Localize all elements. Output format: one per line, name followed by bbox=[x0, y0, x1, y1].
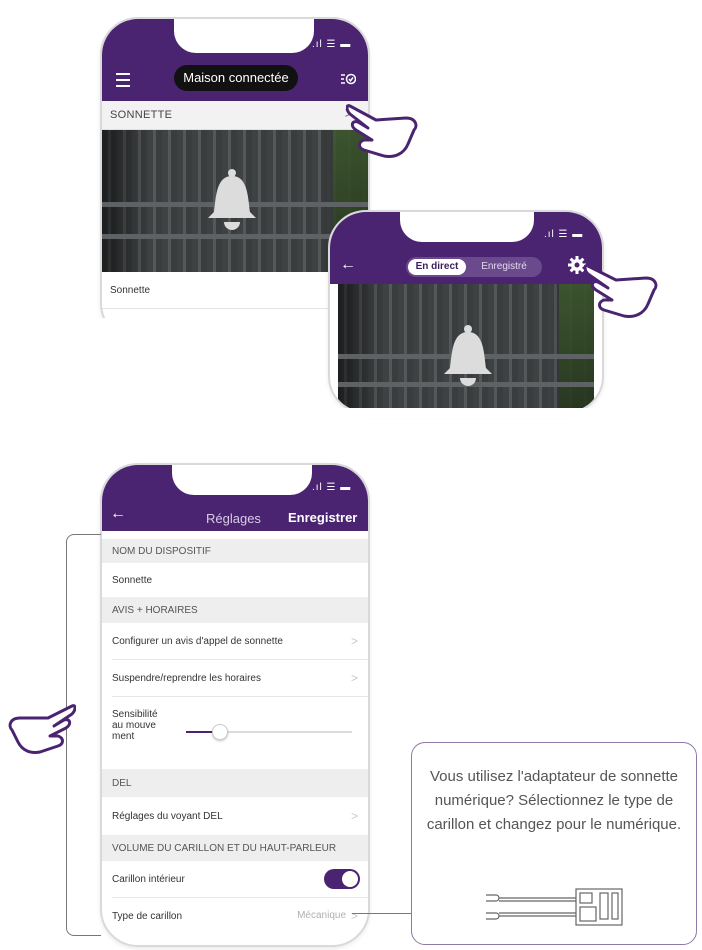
volume-header-label: VOLUME DU CARILLON ET DU HAUT-PARLEUR bbox=[112, 843, 337, 854]
bell-icon bbox=[438, 324, 498, 393]
save-button[interactable]: Enregistrer bbox=[288, 510, 357, 525]
device-name-field[interactable]: Sonnette bbox=[102, 563, 368, 597]
settings-title: Réglages bbox=[206, 511, 261, 526]
crop-mask bbox=[90, 318, 330, 348]
configure-alert-label: Configurer un avis d'appel de sonnette bbox=[112, 636, 283, 647]
back-arrow-icon[interactable]: ← bbox=[110, 505, 126, 523]
alerts-header-label: AVIS + HORAIRES bbox=[112, 605, 198, 616]
led-header: DEL bbox=[102, 769, 368, 797]
tab-recorded[interactable]: Enregistré bbox=[470, 259, 538, 275]
chevron-right-icon: > bbox=[350, 909, 358, 923]
suspend-schedule-row[interactable]: Suspendre/reprendre les horaires > bbox=[102, 660, 368, 696]
indoor-chime-toggle[interactable] bbox=[324, 869, 360, 889]
status-icons: .ıl ☰ ▬ bbox=[544, 229, 584, 240]
crop-mask bbox=[320, 408, 610, 418]
chevron-right-icon: > bbox=[350, 671, 358, 685]
back-arrow-icon[interactable]: ← bbox=[340, 256, 356, 274]
led-settings-label: Réglages du voyant DEL bbox=[112, 811, 223, 822]
doorbell-section-label: SONNETTE bbox=[110, 109, 173, 121]
phone-notch bbox=[172, 465, 312, 495]
phone-live: .ıl ☰ ▬ ← En direct Enregistré bbox=[328, 210, 604, 414]
configure-alert-row[interactable]: Configurer un avis d'appel de sonnette > bbox=[102, 623, 368, 659]
phone-notch bbox=[400, 212, 534, 242]
hand-pointer-icon bbox=[345, 100, 424, 167]
led-header-label: DEL bbox=[112, 778, 132, 789]
volume-header: VOLUME DU CARILLON ET DU HAUT-PARLEUR bbox=[102, 835, 368, 861]
motion-sensitivity-row: Sensibilité au mouvement bbox=[102, 697, 368, 769]
chevron-right-icon: > bbox=[350, 634, 358, 648]
suspend-schedule-label: Suspendre/reprendre les horaires bbox=[112, 673, 261, 684]
toggle-knob bbox=[342, 871, 358, 887]
motion-sensitivity-slider[interactable] bbox=[186, 724, 352, 740]
tab-recorded-label: Enregistré bbox=[481, 261, 527, 272]
home-title-pill: Maison connectée bbox=[174, 65, 298, 91]
status-icons: .ıl ☰ ▬ bbox=[312, 39, 352, 50]
home-title: Maison connectée bbox=[183, 70, 289, 85]
alerts-header: AVIS + HORAIRES bbox=[102, 597, 368, 623]
slider-thumb[interactable] bbox=[212, 724, 228, 740]
adapter-illustration-icon bbox=[482, 887, 632, 932]
status-icons: .ıl ☰ ▬ bbox=[312, 482, 352, 493]
camera-caption: Sonnette bbox=[110, 285, 151, 296]
device-name-header: NOM DU DISPOSITIF bbox=[102, 539, 368, 563]
tab-live-label: En direct bbox=[415, 261, 459, 272]
digital-adapter-callout: Vous utilisez l'adaptateur de sonnette n… bbox=[411, 742, 697, 945]
chime-type-value: Mécanique bbox=[297, 910, 346, 921]
doorbell-section-row[interactable]: SONNETTE > bbox=[102, 101, 368, 130]
led-settings-row[interactable]: Réglages du voyant DEL > bbox=[102, 797, 368, 835]
chime-type-label: Type de carillon bbox=[112, 911, 183, 922]
connector-line bbox=[352, 913, 412, 914]
motion-sensitivity-label: Sensibilité au mouvement bbox=[112, 709, 158, 742]
live-camera-view[interactable] bbox=[338, 284, 594, 412]
device-name-value: Sonnette bbox=[112, 575, 153, 586]
phone-notch bbox=[174, 19, 314, 53]
indoor-chime-label: Carillon intérieur bbox=[112, 874, 185, 885]
menu-icon[interactable] bbox=[116, 73, 130, 87]
indoor-chime-row: Carillon intérieur bbox=[102, 861, 368, 897]
device-name-header-label: NOM DU DISPOSITIF bbox=[112, 546, 211, 557]
callout-text: Vous utilisez l'adaptateur de sonnette n… bbox=[426, 768, 682, 833]
chime-type-row[interactable]: Type de carillon Mécanique > bbox=[102, 898, 368, 934]
view-segment: En direct Enregistré bbox=[406, 257, 542, 277]
hand-pointer-icon bbox=[583, 258, 666, 329]
phone-settings: .ıl ☰ ▬ ← Réglages Enregistrer NOM DU DI… bbox=[100, 463, 370, 947]
hand-pointer-icon bbox=[4, 700, 77, 761]
tab-live[interactable]: En direct bbox=[408, 259, 466, 275]
edit-list-icon[interactable] bbox=[340, 71, 357, 87]
chevron-right-icon: > bbox=[350, 809, 358, 823]
bell-icon bbox=[202, 168, 262, 237]
